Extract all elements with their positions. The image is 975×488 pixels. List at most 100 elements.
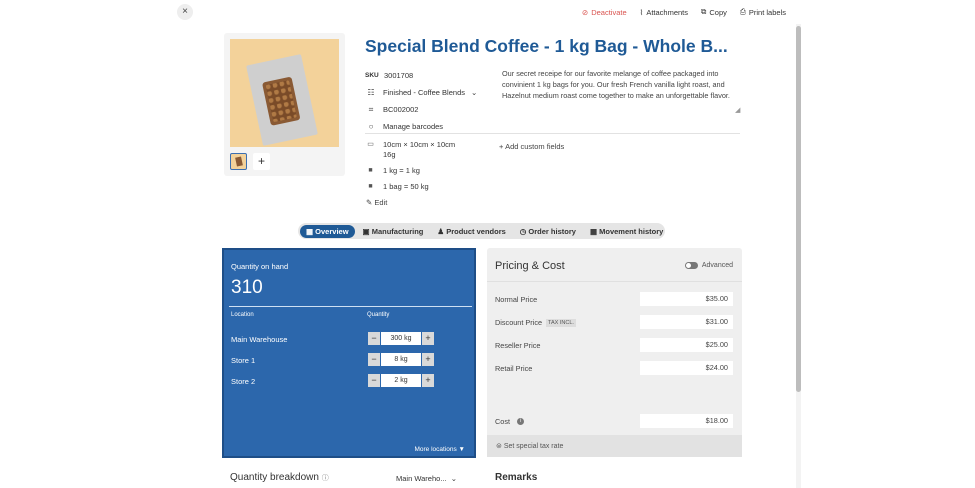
tab-label: Order history — [528, 226, 576, 236]
sku-value[interactable]: 3001708 — [384, 71, 413, 80]
decrement-button[interactable]: − — [368, 353, 380, 366]
price-input[interactable]: $35.00 — [640, 292, 733, 306]
increment-button[interactable]: + — [422, 353, 434, 366]
edit-button[interactable]: ✎ Edit — [366, 198, 387, 207]
barcode-row: ⌗ BC002002 — [365, 101, 495, 118]
quantity-breakdown-label: Quantity breakdown — [230, 472, 319, 483]
print-labels-label: Print labels — [748, 7, 786, 17]
resize-handle-icon[interactable]: ◢ — [735, 106, 740, 114]
chevron-down-icon: ⌄ — [448, 474, 458, 483]
category-icon: ☷ — [367, 88, 375, 97]
quantity-on-hand-panel: Quantity on hand 310 Location Quantity M… — [222, 248, 476, 458]
quantity-stepper: − 8 kg + — [368, 353, 434, 366]
location-select-value: Main Wareho... — [396, 474, 447, 483]
advanced-toggle[interactable]: Advanced — [684, 262, 733, 269]
quantity-column-header: Quantity — [367, 312, 390, 318]
toggle-switch[interactable] — [684, 262, 698, 269]
location-row: Store 1 − 8 kg + — [231, 353, 471, 367]
location-column-header: Location — [231, 312, 254, 318]
pencil-icon: ✎ — [366, 198, 373, 207]
product-description[interactable]: Our secret receipe for our favorite mela… — [502, 68, 742, 101]
quantity-input[interactable]: 2 kg — [381, 374, 421, 387]
price-input[interactable]: $31.00 — [640, 315, 733, 329]
category-value: Finished - Coffee Blends — [383, 88, 465, 97]
circle-icon: ○ — [368, 122, 374, 131]
location-name: Store 1 — [231, 356, 256, 365]
quantity-input[interactable]: 300 kg — [381, 332, 421, 345]
scrollbar-thumb[interactable] — [796, 26, 801, 392]
bag-icon: ■ — [368, 183, 373, 190]
tax-link-label: Set special tax rate — [503, 443, 564, 450]
barcode-icon: ⌗ — [368, 104, 374, 114]
more-locations-button[interactable]: More locations ▼ — [414, 446, 465, 453]
weight-text: 16g — [383, 150, 396, 159]
location-select[interactable]: Main Wareho... ⌄ — [396, 474, 457, 483]
sku-label: SKU — [365, 72, 379, 79]
print-labels-button[interactable]: ⎙ Print labels — [740, 7, 786, 17]
quantity-total: 310 — [231, 277, 263, 298]
dimensions-row[interactable]: ▭ 10cm × 10cm × 10cm 16g — [365, 140, 495, 160]
decrement-button[interactable]: − — [368, 332, 380, 345]
price-label: Reseller Price — [495, 341, 541, 350]
quantity-input[interactable]: 8 kg — [381, 353, 421, 366]
tab-product-vendors[interactable]: ♟ Product vendors — [431, 225, 511, 238]
location-row: Store 2 − 2 kg + — [231, 374, 471, 388]
cost-label: Cost — [495, 417, 511, 426]
image-thumbnail[interactable] — [230, 153, 247, 170]
product-specs: ▭ 10cm × 10cm × 10cm 16g ■ 1 kg = 1 kg ■… — [365, 140, 495, 198]
cost-label-group: Cost i — [495, 417, 525, 426]
price-row: Reseller Price $25.00 — [495, 338, 733, 352]
copy-icon: ⧉ — [701, 7, 707, 16]
unit-conversion-row[interactable]: ■ 1 kg = 1 kg — [365, 166, 495, 176]
quantity-breakdown-heading: Quantity breakdown ⓘ — [230, 472, 329, 483]
category-row[interactable]: ☷ Finished - Coffee Blends ⌄ — [365, 84, 495, 101]
edit-label: Edit — [374, 198, 388, 207]
tab-label: Manufacturing — [371, 226, 424, 236]
price-label: Normal Price — [495, 295, 538, 304]
quantity-stepper: − 2 kg + — [368, 374, 434, 387]
quantity-title: Quantity on hand — [231, 262, 289, 271]
info-icon[interactable]: i — [517, 418, 525, 425]
increment-button[interactable]: + — [422, 332, 434, 345]
quantity-stepper: − 300 kg + — [368, 332, 434, 345]
bag-conversion-value: 1 bag = 50 kg — [383, 182, 429, 191]
bag-conversion-row[interactable]: ■ 1 bag = 50 kg — [365, 182, 495, 192]
deactivate-button[interactable]: ⊘ Deactivate — [582, 7, 627, 17]
tab-label: Movement history — [599, 226, 664, 236]
chevron-down-icon: ⌄ — [471, 88, 478, 97]
top-actions: ⊘ Deactivate ⌇ Attachments ⧉ Copy ⎙ Prin… — [582, 7, 786, 17]
add-custom-fields-button[interactable]: + Add custom fields — [499, 142, 564, 151]
remarks-heading: Remarks — [495, 472, 538, 483]
increment-button[interactable]: + — [422, 374, 434, 387]
decrement-button[interactable]: − — [368, 374, 380, 387]
deactivate-icon: ⊘ — [581, 7, 589, 17]
attachments-button[interactable]: ⌇ Attachments — [640, 7, 688, 17]
location-name: Main Warehouse — [231, 335, 288, 344]
barcode-value[interactable]: BC002002 — [383, 105, 418, 114]
price-row: Discount Price TAX INCL. $31.00 — [495, 315, 733, 329]
weight-icon: ■ — [368, 167, 373, 174]
info-icon[interactable]: ⓘ — [322, 475, 329, 482]
close-button[interactable]: × — [177, 4, 193, 20]
product-title[interactable]: Special Blend Coffee - 1 kg Bag - Whole … — [365, 36, 728, 57]
copy-label: Copy — [709, 7, 727, 17]
cost-input[interactable]: $18.00 — [640, 414, 733, 428]
set-special-tax-rate-link[interactable]: ⊜ Set special tax rate — [487, 435, 742, 457]
pricing-divider — [487, 281, 742, 282]
unit-conversion-value: 1 kg = 1 kg — [383, 166, 420, 175]
price-label: Discount Price — [495, 318, 543, 327]
price-input[interactable]: $24.00 — [640, 361, 733, 375]
add-image-button[interactable]: + — [253, 153, 270, 170]
advanced-label: Advanced — [701, 262, 733, 269]
product-photo[interactable] — [230, 39, 339, 147]
tab-movement-history[interactable]: ▦ Movement history — [584, 225, 669, 238]
product-image-card: + — [224, 33, 345, 176]
copy-button[interactable]: ⧉ Copy — [701, 7, 727, 17]
tab-manufacturing[interactable]: ▣ Manufacturing — [357, 225, 430, 238]
tab-overview[interactable]: ▦ Overview — [300, 224, 355, 238]
deactivate-label: Deactivate — [591, 7, 627, 17]
price-input[interactable]: $25.00 — [640, 338, 733, 352]
location-name: Store 2 — [231, 377, 256, 386]
scrollbar[interactable] — [796, 24, 801, 488]
tab-order-history[interactable]: ◷ Order history — [514, 225, 582, 238]
